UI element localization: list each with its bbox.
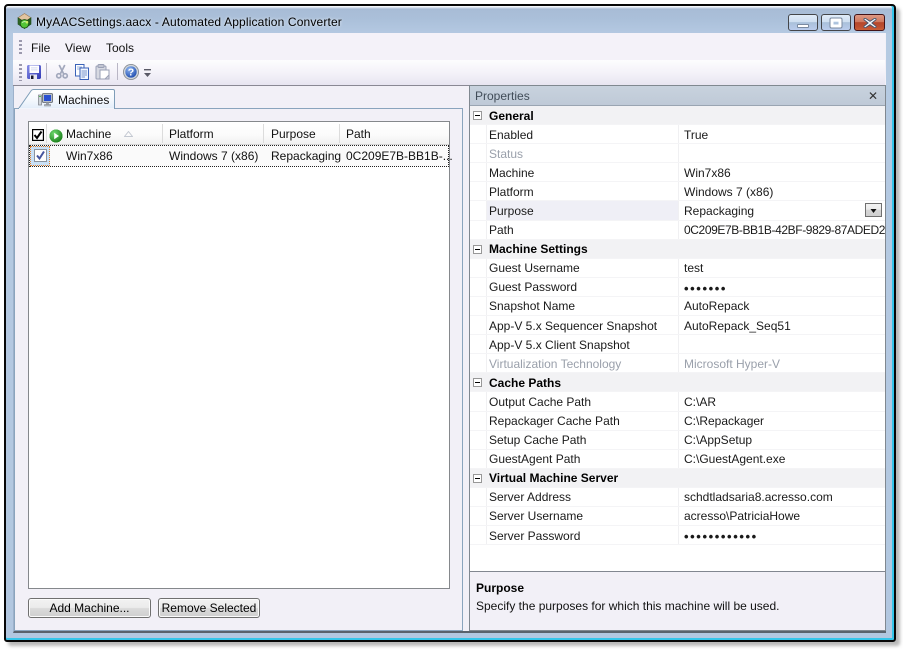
- svg-text:?: ?: [128, 67, 134, 79]
